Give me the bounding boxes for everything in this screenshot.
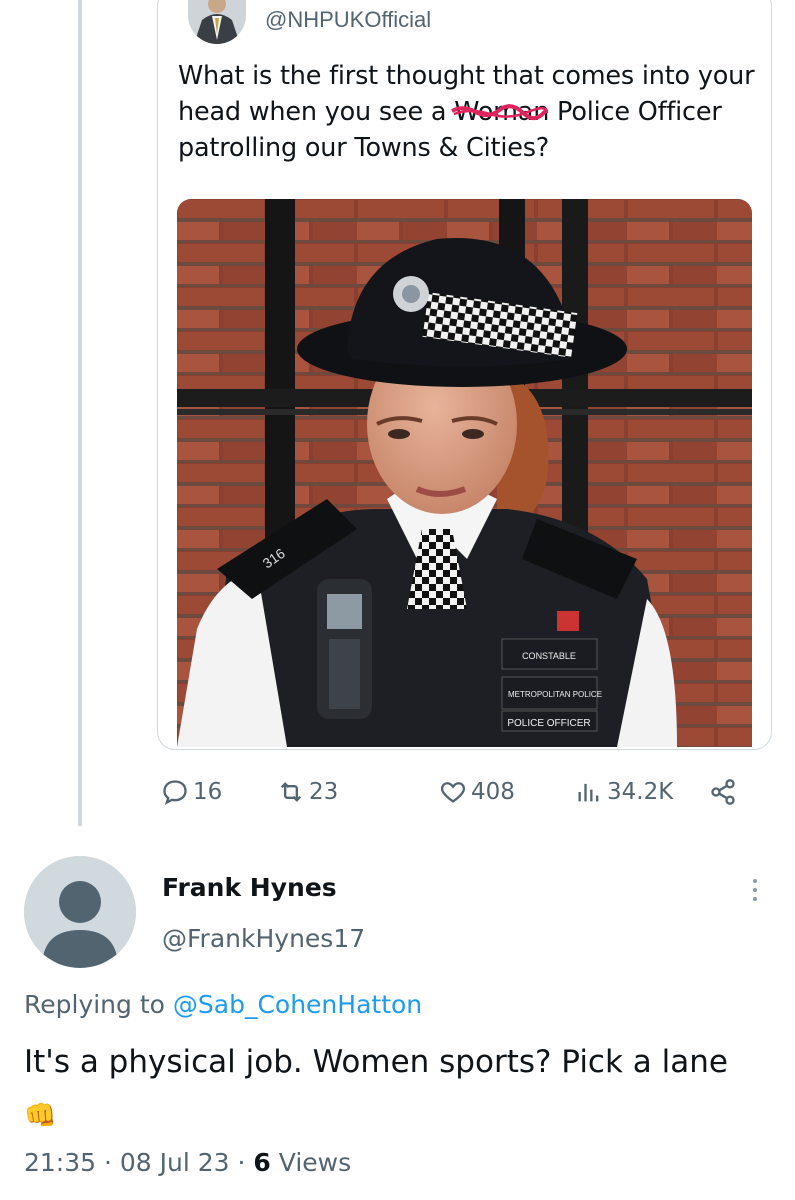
quoted-tweet-text: What is the first thought that comes int… (178, 58, 758, 166)
like-count: 408 (471, 779, 515, 805)
tweet-views-count: 6 (253, 1148, 271, 1177)
reply-author-handle[interactable]: @FrankHynes17 (162, 924, 365, 953)
views-bar-chart-icon (578, 783, 599, 802)
reply-tweet-text: It's a physical job. Women sports? Pick … (24, 1036, 764, 1142)
fist-emoji-icon: 👊 (24, 1100, 57, 1131)
more-options-button[interactable] (740, 868, 770, 912)
replying-prefix: Replying to (24, 990, 173, 1019)
reply-text-body: It's a physical job. Women sports? Pick … (24, 1044, 728, 1080)
quoted-tweet-photo[interactable]: 316 CONSTABLE METROPOLITAN POLICE POLICE… (177, 199, 752, 747)
tweet-date[interactable]: 08 Jul 23 (120, 1148, 230, 1177)
heart-icon (440, 782, 466, 803)
more-dot-icon (753, 879, 757, 883)
police-officer-photo: 316 CONSTABLE METROPOLITAN POLICE POLICE… (177, 199, 752, 747)
like-action[interactable]: 408 (439, 770, 515, 814)
quoted-author-handle[interactable]: @NHPUKOfficial (265, 7, 431, 33)
retweet-count: 23 (309, 779, 339, 805)
red-strikethrough-scribble (451, 104, 549, 121)
reply-count: 16 (193, 779, 223, 805)
struck-word: Woman (451, 94, 549, 130)
retweet-action[interactable]: 23 (277, 770, 338, 814)
views-action[interactable]: 34.2K (575, 770, 673, 814)
replying-to-line: Replying to @Sab_CohenHatton (24, 990, 422, 1019)
tweet-views-label: Views (278, 1148, 352, 1177)
retweet-icon (280, 782, 302, 802)
tweet-metadata: 21:35 · 08 Jul 23 · 6 Views (24, 1148, 352, 1177)
reply-bubble-icon (163, 780, 187, 805)
replying-to-mention[interactable]: @Sab_CohenHatton (173, 990, 422, 1019)
reply-author-avatar[interactable] (24, 856, 136, 968)
rank-badge-text: CONSTABLE (522, 651, 576, 661)
role-badge-text: POLICE OFFICER (507, 718, 590, 729)
more-dot-icon (753, 897, 757, 901)
org-badge-text: METROPOLITAN POLICE (508, 690, 602, 699)
more-dot-icon (753, 888, 757, 892)
tweet-time[interactable]: 21:35 (24, 1148, 96, 1177)
quoted-tweet-action-bar: 16 23 408 34.2K (157, 770, 777, 814)
reply-action[interactable]: 16 (161, 770, 222, 814)
views-count: 34.2K (607, 779, 674, 805)
reply-author-name[interactable]: Frank Hynes (162, 873, 337, 902)
thread-connector-line (78, 0, 82, 826)
share-action[interactable] (709, 770, 741, 814)
share-icon (711, 779, 735, 805)
default-avatar-icon (24, 856, 136, 968)
